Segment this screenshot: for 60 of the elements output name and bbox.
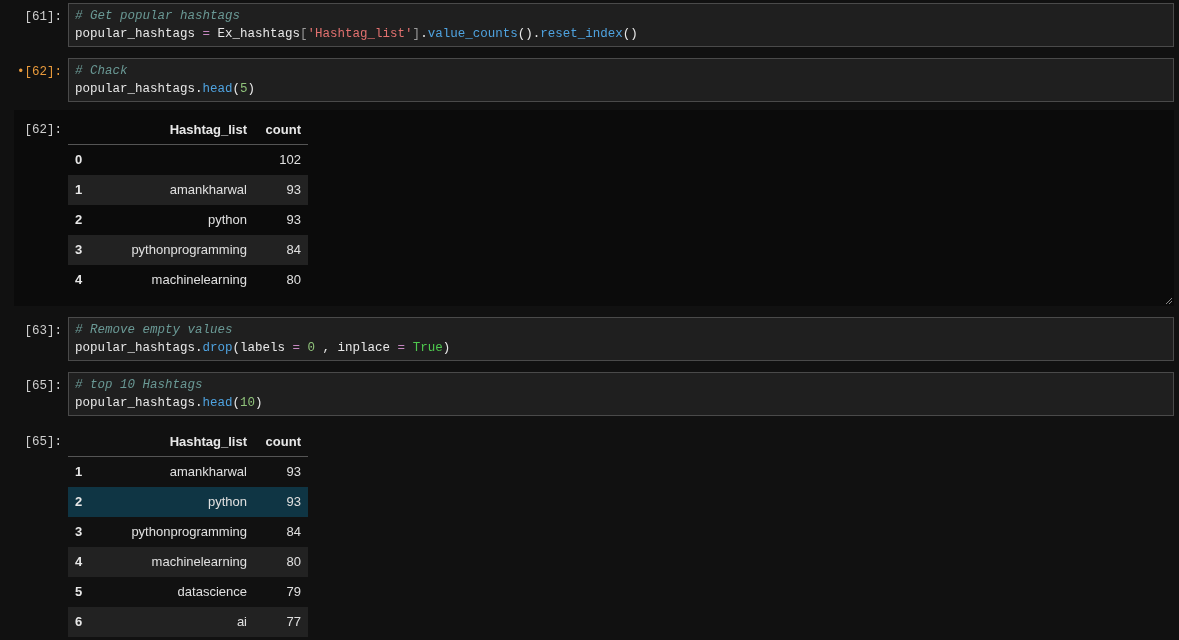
table-cell-text: 84 [286, 241, 301, 260]
table-cell-text: 102 [279, 151, 301, 170]
table-cell-text: datascience [177, 583, 247, 602]
table-row[interactable]: 1 amankharwal 93 [68, 175, 308, 205]
table-cell-text: 93 [286, 181, 301, 200]
table-row[interactable]: 4 machinelearning 80 [68, 547, 308, 577]
code-line: popular_hashtags.head(5) [75, 81, 256, 98]
code-editor[interactable]: # Remove empty values popular_hashtags.drop(labels = 0 , inplace = True) [68, 317, 1174, 361]
column-header: count [264, 432, 302, 451]
cell-prompt: [62]: [23, 122, 63, 139]
code-editor[interactable]: # top 10 Hashtags popular_hashtags.head(10) [68, 372, 1174, 416]
row-index: 2 [74, 211, 84, 230]
table-cell-text: 93 [286, 463, 301, 482]
cell-prompt: [65]: [23, 378, 63, 395]
code-comment: # top 10 Hashtags [75, 377, 203, 394]
table-row[interactable]: 6 ai 77 [68, 607, 308, 637]
table-cell-text: machinelearning [151, 553, 247, 572]
table-cell-text: 93 [286, 493, 301, 512]
row-index: 5 [74, 583, 84, 602]
code-comment: # Chack [75, 63, 128, 80]
row-index: 0 [74, 151, 84, 170]
cell-prompt: [65]: [23, 434, 63, 451]
table-cell-text: ai [236, 613, 247, 632]
row-index: 3 [74, 523, 84, 542]
table-cell-text: python [207, 211, 247, 230]
table-cell-text: 80 [286, 553, 301, 572]
cell-prompt: •[62]: [16, 64, 63, 81]
table-cell-text: python [207, 493, 247, 512]
code-editor[interactable]: # Chack popular_hashtags.head(5) [68, 58, 1174, 102]
table-cell-text: 93 [286, 211, 301, 230]
table-cell-text: 80 [286, 271, 301, 290]
table-cell-text: pythonprogramming [131, 241, 247, 260]
column-header: Hashtag_list [168, 432, 248, 451]
table-cell-text: 77 [286, 613, 301, 632]
row-index: 2 [74, 493, 84, 512]
table-cell-text: amankharwal [169, 181, 247, 200]
code-line: popular_hashtags = Ex_hashtags['Hashtag_list'].value_counts().reset_index() [75, 26, 638, 43]
table-row[interactable]: 2 python 93 [68, 487, 308, 517]
table-cell-text: 84 [286, 523, 301, 542]
code-line: popular_hashtags.head(10) [75, 395, 263, 412]
table-cell-text: 79 [286, 583, 301, 602]
row-index: 4 [74, 271, 84, 290]
row-index: 3 [74, 241, 84, 260]
table-cell-text: amankharwal [169, 463, 247, 482]
row-index: 4 [74, 553, 84, 572]
row-index: 1 [74, 463, 84, 482]
table-cell-text: machinelearning [151, 271, 247, 290]
table-cell-text: pythonprogramming [131, 523, 247, 542]
cell-prompt: [63]: [23, 323, 63, 340]
code-comment: # Remove empty values [75, 322, 233, 339]
column-header: Hashtag_list [168, 120, 248, 139]
code-comment: # Get popular hashtags [75, 8, 241, 25]
column-header: count [264, 120, 302, 139]
row-index: 6 [74, 613, 84, 632]
code-editor[interactable]: # Get popular hashtags popular_hashtags = Ex_hashtags['Hashtag_list'].value_counts().reset_index() [68, 3, 1174, 47]
row-index: 1 [74, 181, 84, 200]
table-row[interactable]: 3 pythonprogramming 84 [68, 235, 308, 265]
code-line: popular_hashtags.drop(labels = 0 , inplace = True) [75, 340, 451, 357]
resize-handle-icon[interactable] [1165, 297, 1173, 305]
cell-prompt: [61]: [23, 9, 63, 26]
